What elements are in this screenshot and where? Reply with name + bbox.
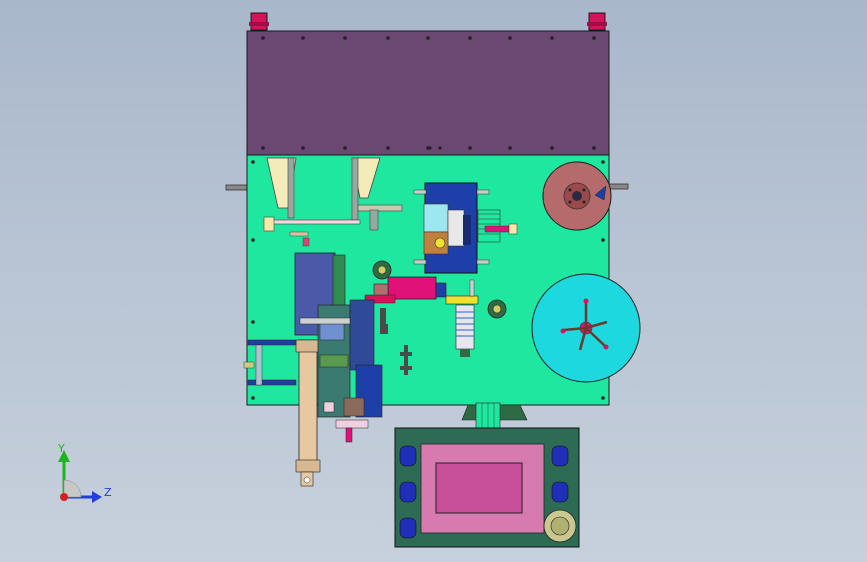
triad-origin <box>60 493 68 501</box>
cad-viewport[interactable]: Y Z <box>0 0 867 562</box>
triad-z-arrow <box>92 491 102 503</box>
triad-y-label: Y <box>58 442 65 455</box>
view-triad <box>58 450 102 503</box>
triad-z-label: Z <box>104 486 112 499</box>
